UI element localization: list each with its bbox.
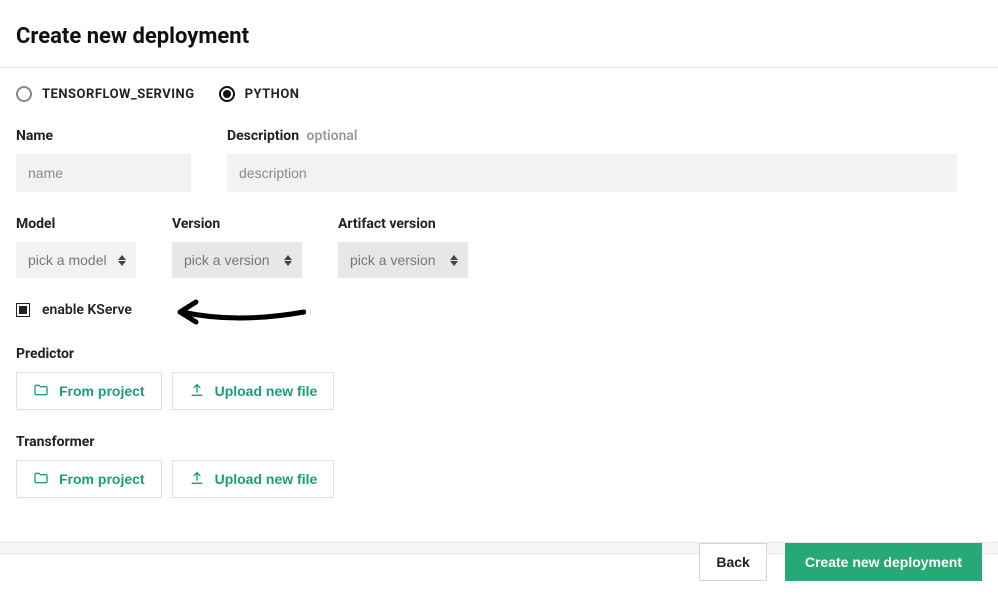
radio-icon — [219, 86, 235, 102]
radio-python[interactable]: PYTHON — [219, 86, 300, 102]
model-label: Model — [16, 216, 136, 232]
predictor-section-label: Predictor — [16, 346, 982, 362]
annotation-arrow-icon — [176, 298, 306, 330]
unfold-icon — [118, 255, 126, 266]
description-label: Description optional — [227, 128, 957, 144]
unfold-icon — [450, 255, 458, 266]
footer-actions: Back Create new deployment — [699, 543, 982, 581]
serving-type-radio-group: TENSORFLOW_SERVING PYTHON — [16, 86, 982, 102]
name-input[interactable] — [16, 154, 191, 192]
button-label: Upload new file — [215, 471, 318, 487]
button-label: From project — [59, 383, 145, 399]
select-placeholder: pick a version — [184, 252, 270, 268]
back-button[interactable]: Back — [699, 543, 766, 581]
name-label: Name — [16, 128, 191, 144]
button-label: From project — [59, 471, 145, 487]
model-select[interactable]: pick a model — [16, 242, 136, 278]
radio-label: TENSORFLOW_SERVING — [42, 87, 195, 102]
artifact-label: Artifact version — [338, 216, 468, 232]
select-placeholder: pick a model — [28, 252, 107, 268]
radio-dot-icon — [223, 90, 231, 98]
transformer-upload-button[interactable]: Upload new file — [172, 460, 335, 498]
enable-kserve-checkbox[interactable] — [16, 303, 30, 317]
create-deployment-button[interactable]: Create new deployment — [785, 543, 982, 581]
optional-tag: optional — [307, 128, 358, 144]
predictor-from-project-button[interactable]: From project — [16, 372, 162, 410]
upload-icon — [189, 382, 205, 401]
version-select[interactable]: pick a version — [172, 242, 302, 278]
version-label: Version — [172, 216, 302, 232]
radio-icon — [16, 86, 32, 102]
radio-label: PYTHON — [245, 87, 300, 102]
folder-icon — [33, 470, 49, 489]
description-input[interactable] — [227, 154, 957, 192]
enable-kserve-label: enable KServe — [42, 302, 132, 318]
unfold-icon — [284, 255, 292, 266]
folder-icon — [33, 382, 49, 401]
artifact-version-select[interactable]: pick a version — [338, 242, 468, 278]
select-placeholder: pick a version — [350, 252, 436, 268]
button-label: Upload new file — [215, 383, 318, 399]
radio-tensorflow-serving[interactable]: TENSORFLOW_SERVING — [16, 86, 195, 102]
transformer-section-label: Transformer — [16, 434, 982, 450]
predictor-upload-button[interactable]: Upload new file — [172, 372, 335, 410]
upload-icon — [189, 470, 205, 489]
checkbox-checked-icon — [19, 306, 27, 314]
transformer-from-project-button[interactable]: From project — [16, 460, 162, 498]
page-title: Create new deployment — [16, 24, 982, 49]
